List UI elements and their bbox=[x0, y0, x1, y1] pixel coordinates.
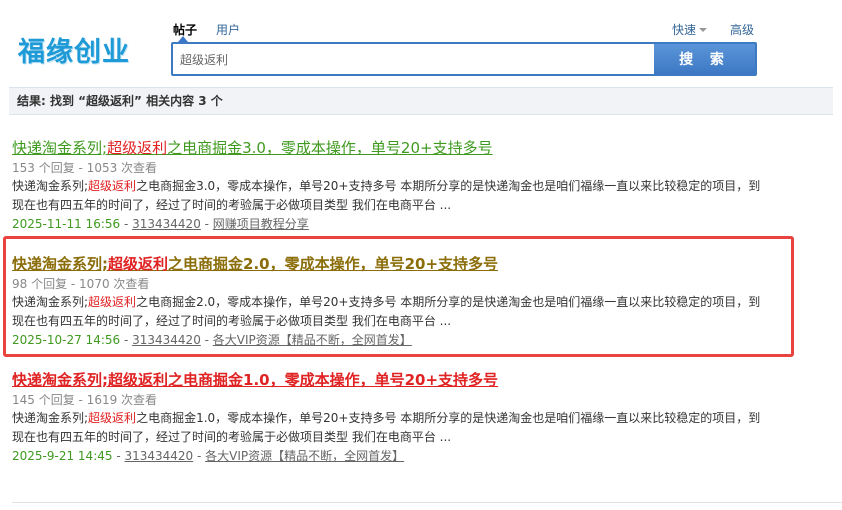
result-meta: 2025-11-11 16:56 - 313434420 - 网赚项目教程分享 bbox=[12, 217, 309, 231]
result-stats: 153 个回复 - 1053 次查看 bbox=[12, 161, 158, 175]
title-prefix: 快递淘金系列; bbox=[12, 139, 108, 157]
forum-link[interactable]: 各大VIP资源【精品不断，全网首发】 bbox=[205, 449, 404, 463]
result-snippet: 快递淘金系列;超级返利之电商掘金1.0，零成本操作，单号20+支持多号 本期所分… bbox=[12, 409, 772, 447]
bottom-divider bbox=[12, 502, 842, 503]
snippet-keyword: 超级返利 bbox=[88, 411, 137, 425]
post-date: 2025-9-21 14:45 bbox=[12, 449, 113, 463]
results-summary: 结果: 找到 “超级返利” 相关内容 3 个 bbox=[9, 87, 833, 115]
title-keyword: 超级返利 bbox=[108, 371, 169, 389]
result-stats: 145 个回复 - 1619 次查看 bbox=[12, 393, 158, 407]
search-result: 快递淘金系列;超级返利之电商掘金3.0，零成本操作，单号20+支持多号 153 … bbox=[12, 137, 772, 233]
result-title-link[interactable]: 快递淘金系列;超级返利之电商掘金1.0，零成本操作，单号20+支持多号 bbox=[12, 369, 772, 391]
result-meta: 2025-9-21 14:45 - 313434420 - 各大VIP资源【精品… bbox=[12, 449, 405, 463]
search-bar: 搜 索 bbox=[171, 42, 757, 76]
page-header: 福缘创业 帖子 用户 快速 高级 搜 索 bbox=[0, 0, 842, 86]
post-date: 2025-11-11 16:56 bbox=[12, 217, 121, 231]
annotation-highlight-box bbox=[3, 236, 794, 357]
quick-label: 快速 bbox=[672, 23, 697, 37]
title-suffix: 之电商掘金1.0，零成本操作，单号20+支持多号 bbox=[168, 371, 499, 389]
chevron-down-icon bbox=[699, 27, 708, 32]
title-prefix: 快递淘金系列; bbox=[12, 371, 108, 389]
forum-link[interactable]: 网赚项目教程分享 bbox=[213, 217, 309, 231]
search-button[interactable]: 搜 索 bbox=[654, 44, 755, 74]
result-title-link[interactable]: 快递淘金系列;超级返利之电商掘金3.0，零成本操作，单号20+支持多号 bbox=[12, 137, 772, 159]
quick-dropdown[interactable]: 快速 bbox=[672, 21, 708, 38]
result-snippet: 快递淘金系列;超级返利之电商掘金3.0，零成本操作，单号20+支持多号 本期所分… bbox=[12, 177, 772, 215]
advanced-search-link[interactable]: 高级 bbox=[730, 21, 754, 38]
author-link[interactable]: 313434420 bbox=[132, 217, 201, 231]
site-logo[interactable]: 福缘创业 bbox=[18, 30, 130, 69]
snippet-prefix: 快递淘金系列; bbox=[12, 411, 89, 425]
author-link[interactable]: 313434420 bbox=[124, 449, 193, 463]
title-keyword: 超级返利 bbox=[107, 139, 168, 157]
tab-users[interactable]: 用户 bbox=[216, 21, 240, 38]
snippet-keyword: 超级返利 bbox=[88, 179, 137, 193]
snippet-prefix: 快递淘金系列; bbox=[12, 179, 89, 193]
search-input[interactable] bbox=[173, 44, 655, 74]
title-suffix: 之电商掘金3.0，零成本操作，单号20+支持多号 bbox=[167, 139, 493, 157]
search-result: 快递淘金系列;超级返利之电商掘金1.0，零成本操作，单号20+支持多号 145 … bbox=[12, 369, 772, 465]
